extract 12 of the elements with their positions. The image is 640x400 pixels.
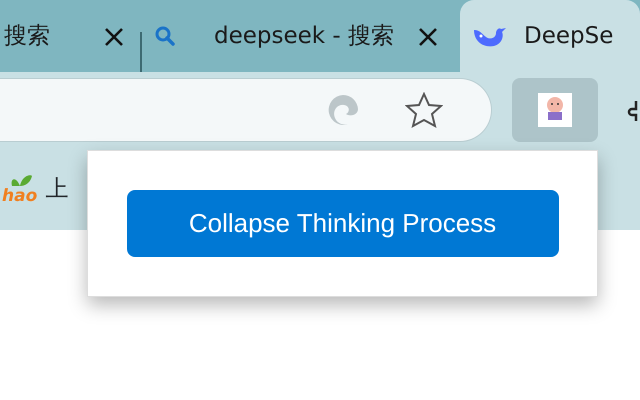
tab-title: 搜索: [4, 22, 50, 51]
tab-title: DeepSe: [524, 22, 614, 51]
pig-icon: [538, 93, 572, 127]
star-icon[interactable]: [405, 92, 443, 128]
search-icon: [154, 25, 176, 47]
extension-button[interactable]: [512, 78, 598, 142]
collapse-thinking-button[interactable]: Collapse Thinking Process: [126, 190, 558, 257]
bookmark-label[interactable]: 上: [45, 172, 68, 206]
tab-title: deepseek - 搜索: [214, 22, 394, 51]
browser-tab[interactable]: 搜索: [0, 0, 140, 72]
browser-tab[interactable]: deepseek - 搜索: [142, 0, 460, 72]
browser-tab[interactable]: DeepSe: [460, 0, 640, 72]
